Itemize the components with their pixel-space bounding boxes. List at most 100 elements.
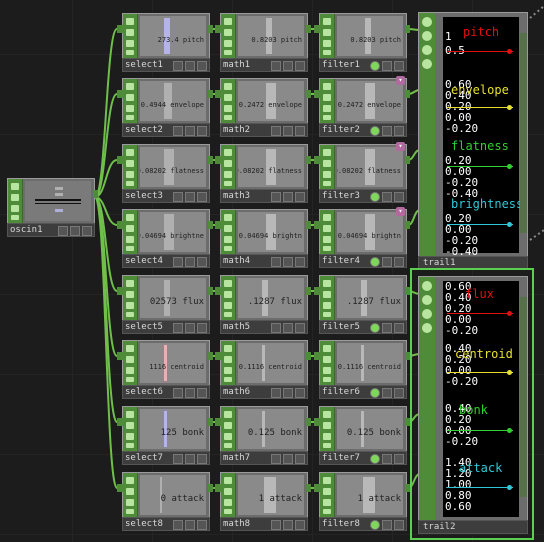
math-bypass-flag[interactable] bbox=[271, 257, 281, 267]
select-output-connector[interactable] bbox=[208, 352, 213, 360]
filter-body[interactable]: 0.125 bonk bbox=[319, 406, 407, 452]
filter-flag-strip[interactable] bbox=[320, 473, 335, 517]
oscin-bypass-flag[interactable] bbox=[58, 226, 68, 236]
trail2-scrollbar[interactable] bbox=[520, 297, 527, 497]
math-flag-strip[interactable] bbox=[221, 276, 236, 320]
select-operator[interactable]: 0 attack select8 bbox=[117, 472, 213, 531]
math-input-connector[interactable] bbox=[215, 156, 221, 164]
math-add-icon[interactable] bbox=[295, 388, 305, 398]
math-input-connector[interactable] bbox=[215, 352, 221, 360]
trail1-viewer-icon[interactable] bbox=[422, 17, 432, 27]
select-lock-flag[interactable] bbox=[185, 323, 195, 333]
filter-operator[interactable]: 0.8203 pitch filter1 bbox=[314, 13, 410, 72]
math-lock-flag[interactable] bbox=[283, 61, 293, 71]
trail1-body[interactable]: 1 0.5 pitch 0.60 0.40 0.20 0.00 -0.20 envelope 0.… bbox=[418, 12, 528, 257]
select-add-icon[interactable] bbox=[197, 454, 207, 464]
filter-operator[interactable]: 0.2472 envelope filter2 ▾ bbox=[314, 76, 410, 137]
math-lock-flag[interactable] bbox=[283, 192, 293, 202]
math-flag-strip[interactable] bbox=[221, 14, 236, 58]
filter-bypass-flag[interactable] bbox=[370, 126, 380, 136]
trail2-play-icon[interactable] bbox=[422, 309, 432, 319]
select-input-connector[interactable] bbox=[117, 221, 123, 229]
math-bypass-flag[interactable] bbox=[271, 454, 281, 464]
select-output-connector[interactable] bbox=[208, 221, 213, 229]
oscin-output-connector[interactable] bbox=[93, 190, 98, 198]
filter-operator[interactable]: 0.1116 centroid filter6 bbox=[314, 340, 410, 399]
math-body[interactable]: 0.04694 brightn bbox=[220, 209, 308, 255]
select-flag-strip[interactable] bbox=[123, 145, 138, 189]
filter-bypass-flag[interactable] bbox=[370, 257, 380, 267]
trail2-flag-strip[interactable] bbox=[419, 277, 435, 520]
math-bypass-flag[interactable] bbox=[271, 61, 281, 71]
filter-add-icon[interactable] bbox=[394, 520, 404, 530]
select-body[interactable]: 0 attack bbox=[122, 472, 210, 518]
math-flag-strip[interactable] bbox=[221, 210, 236, 254]
math-operator[interactable]: 0.08202 flatness math3 bbox=[215, 144, 311, 203]
filter-bypass-flag[interactable] bbox=[370, 520, 380, 530]
filter-add-icon[interactable] bbox=[394, 61, 404, 71]
select-input-connector[interactable] bbox=[117, 25, 123, 33]
math-operator[interactable]: 1 attack math8 bbox=[215, 472, 311, 531]
filter-flag-strip[interactable] bbox=[320, 341, 335, 385]
filter-body[interactable]: 0.1116 centroid bbox=[319, 340, 407, 386]
filter-add-icon[interactable] bbox=[394, 126, 404, 136]
select-body[interactable]: 125 bonk bbox=[122, 406, 210, 452]
filter-input-connector[interactable] bbox=[314, 156, 320, 164]
filter-output-connector[interactable] bbox=[405, 221, 410, 229]
oscin-to-select-wire[interactable] bbox=[94, 196, 118, 423]
select-add-icon[interactable] bbox=[197, 257, 207, 267]
filter-lock-flag[interactable] bbox=[382, 126, 392, 136]
filter-add-icon[interactable] bbox=[394, 192, 404, 202]
math-operator[interactable]: 0.04694 brightn math4 bbox=[215, 209, 311, 268]
select-flag-strip[interactable] bbox=[123, 341, 138, 385]
oscin-to-select-wire[interactable] bbox=[94, 28, 118, 198]
select-body[interactable]: 1116 centroid bbox=[122, 340, 210, 386]
math-output-connector[interactable] bbox=[306, 25, 311, 33]
select-bypass-flag[interactable] bbox=[173, 323, 183, 333]
filter-viewer-icon[interactable]: ▾ bbox=[396, 207, 405, 216]
select-body[interactable]: 02573 flux bbox=[122, 275, 210, 321]
select-flag-strip[interactable] bbox=[123, 79, 138, 123]
math-bypass-flag[interactable] bbox=[271, 323, 281, 333]
select-lock-flag[interactable] bbox=[185, 454, 195, 464]
select-operator[interactable]: 273.4 pitch select1 bbox=[117, 13, 213, 72]
math-add-icon[interactable] bbox=[295, 192, 305, 202]
math-input-connector[interactable] bbox=[215, 221, 221, 229]
filter-bypass-flag[interactable] bbox=[370, 388, 380, 398]
trail1-scrollbar[interactable] bbox=[520, 33, 527, 233]
math-lock-flag[interactable] bbox=[283, 520, 293, 530]
select-lock-flag[interactable] bbox=[185, 192, 195, 202]
math-add-icon[interactable] bbox=[295, 61, 305, 71]
select-lock-flag[interactable] bbox=[185, 520, 195, 530]
select-lock-flag[interactable] bbox=[185, 257, 195, 267]
math-body[interactable]: 1 attack bbox=[220, 472, 308, 518]
oscin-lock-flag[interactable] bbox=[70, 226, 80, 236]
math-input-connector[interactable] bbox=[215, 25, 221, 33]
select-operator[interactable]: 1116 centroid select6 bbox=[117, 340, 213, 399]
math-output-connector[interactable] bbox=[306, 352, 311, 360]
select-add-icon[interactable] bbox=[197, 192, 207, 202]
filter-bypass-flag[interactable] bbox=[370, 192, 380, 202]
trail1-operator[interactable]: 1 0.5 pitch 0.60 0.40 0.20 0.00 -0.20 envelope 0.… bbox=[418, 12, 528, 270]
filter-bypass-flag[interactable] bbox=[370, 323, 380, 333]
math-input-connector[interactable] bbox=[215, 484, 221, 492]
filter-input-connector[interactable] bbox=[314, 418, 320, 426]
math-add-icon[interactable] bbox=[295, 520, 305, 530]
select-add-icon[interactable] bbox=[197, 61, 207, 71]
select-bypass-flag[interactable] bbox=[173, 257, 183, 267]
select-body[interactable]: 0.4944 envelope bbox=[122, 78, 210, 124]
select-operator[interactable]: 125 bonk select7 bbox=[117, 406, 213, 465]
oscin-operator[interactable]: oscin1 bbox=[7, 178, 98, 237]
filter-flag-strip[interactable] bbox=[320, 14, 335, 58]
filter-lock-flag[interactable] bbox=[382, 520, 392, 530]
math-flag-strip[interactable] bbox=[221, 145, 236, 189]
math-add-icon[interactable] bbox=[295, 454, 305, 464]
filter-lock-flag[interactable] bbox=[382, 61, 392, 71]
filter-output-connector[interactable] bbox=[405, 25, 410, 33]
filter-bypass-flag[interactable] bbox=[370, 454, 380, 464]
select-add-icon[interactable] bbox=[197, 126, 207, 136]
math-operator[interactable]: 0.1116 centroid math6 bbox=[215, 340, 311, 399]
select-flag-strip[interactable] bbox=[123, 276, 138, 320]
math-output-connector[interactable] bbox=[306, 90, 311, 98]
math-body[interactable]: 0.1116 centroid bbox=[220, 340, 308, 386]
